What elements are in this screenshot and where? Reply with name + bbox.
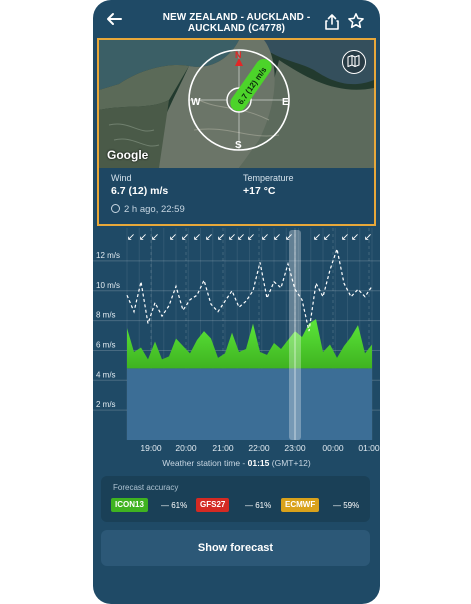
model-ecmwf[interactable]: ECMWF [281, 498, 320, 512]
title-line-2: AUCKLAND (C4778) [187, 23, 286, 34]
compass-s: S [235, 140, 242, 151]
wind-direction-arrow: ↙ [313, 232, 321, 243]
clock-icon [111, 204, 120, 213]
wind-direction-arrow: ↙ [247, 232, 255, 243]
model-ecmwf-accuracy: — 59% [333, 501, 360, 510]
phone-screen: NEW ZEALAND - AUCKLAND - AUCKLAND (C4778… [93, 0, 380, 604]
wind-direction-arrow: ↙ [193, 232, 201, 243]
station-time-value: 01:15 [247, 458, 270, 468]
wind-direction-arrow: ↙ [127, 232, 135, 243]
google-logo: Google [107, 148, 149, 162]
wind-direction-arrow: ↙ [228, 232, 236, 243]
wind-direction-arrow: ↙ [237, 232, 245, 243]
x-tick-label: 19:00 [140, 443, 162, 453]
wind-value: 6.7 (12) m/s [111, 185, 169, 197]
wind-direction-arrow: ↙ [323, 232, 331, 243]
y-tick-label: 6 m/s [96, 340, 116, 349]
x-tick-label: 23:00 [284, 443, 306, 453]
temperature-value: +17 °C [243, 185, 276, 197]
wind-chart[interactable]: ↙ ↙ ↙ ↙ ↙ ↙ ↙ ↙ ↙ ↙ ↙ ↙ ↙ ↙ ↙ ↙ ↙ ↙ ↙ 2 m/s4 m/s6 m/s8 m/s… [93, 228, 380, 454]
y-tick-label: 10 m/s [96, 281, 120, 290]
model-icon13[interactable]: ICON13 [111, 498, 148, 512]
compass-w: W [191, 97, 201, 108]
back-arrow-icon[interactable] [103, 8, 125, 30]
station-time-zone: (GMT+12) [271, 458, 311, 468]
show-forecast-button[interactable]: Show forecast [101, 530, 370, 566]
model-gfs27[interactable]: GFS27 [196, 498, 230, 512]
y-tick-label: 4 m/s [96, 370, 116, 379]
share-icon[interactable] [323, 13, 341, 31]
wind-direction-arrow: ↙ [364, 232, 372, 243]
wind-direction-arrow: ↙ [205, 232, 213, 243]
y-tick-label: 12 m/s [96, 251, 120, 260]
x-tick-label: 21:00 [212, 443, 234, 453]
station-card[interactable]: 6.7 (12) m/s N E S W Google Wind 6.7 (12… [97, 38, 376, 226]
station-info: Wind 6.7 (12) m/s Temperature +17 °C 2 h… [99, 168, 374, 224]
wind-direction-arrow: ↙ [351, 232, 359, 243]
station-time: Weather station time - 01:15 (GMT+12) [93, 458, 380, 468]
model-gfs27-accuracy: — 61% [245, 501, 272, 510]
forecast-accuracy-title: Forecast accuracy [113, 483, 179, 492]
map-layers-icon [347, 54, 360, 68]
wind-direction-arrow: ↙ [169, 232, 177, 243]
forecast-accuracy: Forecast accuracy ICON13 — 61% GFS27 — 6… [101, 476, 370, 522]
forecast-area [127, 368, 372, 440]
last-update-text: 2 h ago, 22:59 [124, 204, 185, 215]
wind-direction-arrow: ↙ [285, 232, 293, 243]
wind-label: Wind [111, 173, 132, 183]
last-update: 2 h ago, 22:59 [111, 204, 185, 215]
wind-direction-arrow: ↙ [261, 232, 269, 243]
compass-n: N [235, 50, 242, 60]
y-tick-label: 2 m/s [96, 400, 116, 409]
star-icon[interactable] [347, 12, 365, 30]
map-layers-button[interactable] [342, 50, 366, 74]
x-tick-label: 22:00 [248, 443, 270, 453]
station-title: NEW ZEALAND - AUCKLAND - AUCKLAND (C4778… [141, 12, 332, 34]
y-tick-label: 8 m/s [96, 311, 116, 320]
wind-direction-arrow: ↙ [217, 232, 225, 243]
x-tick-label: 01:00 [358, 443, 380, 453]
title-line-1: NEW ZEALAND - AUCKLAND - [162, 12, 311, 23]
wind-direction-arrow: ↙ [341, 232, 349, 243]
wind-direction-arrow: ↙ [181, 232, 189, 243]
station-time-prefix: Weather station time - [162, 458, 246, 468]
model-icon13-accuracy: — 61% [161, 501, 188, 510]
satellite-map[interactable]: 6.7 (12) m/s N E S W Google [99, 40, 374, 168]
temperature-label: Temperature [243, 173, 294, 183]
wind-direction-arrow: ↙ [139, 232, 147, 243]
wind-direction-arrow: ↙ [273, 232, 281, 243]
header: NEW ZEALAND - AUCKLAND - AUCKLAND (C4778… [93, 0, 380, 38]
x-tick-label: 00:00 [322, 443, 344, 453]
x-tick-label: 20:00 [175, 443, 197, 453]
compass-e: E [282, 97, 289, 108]
wind-direction-arrow: ↙ [151, 232, 159, 243]
selected-time-band[interactable] [289, 230, 301, 440]
